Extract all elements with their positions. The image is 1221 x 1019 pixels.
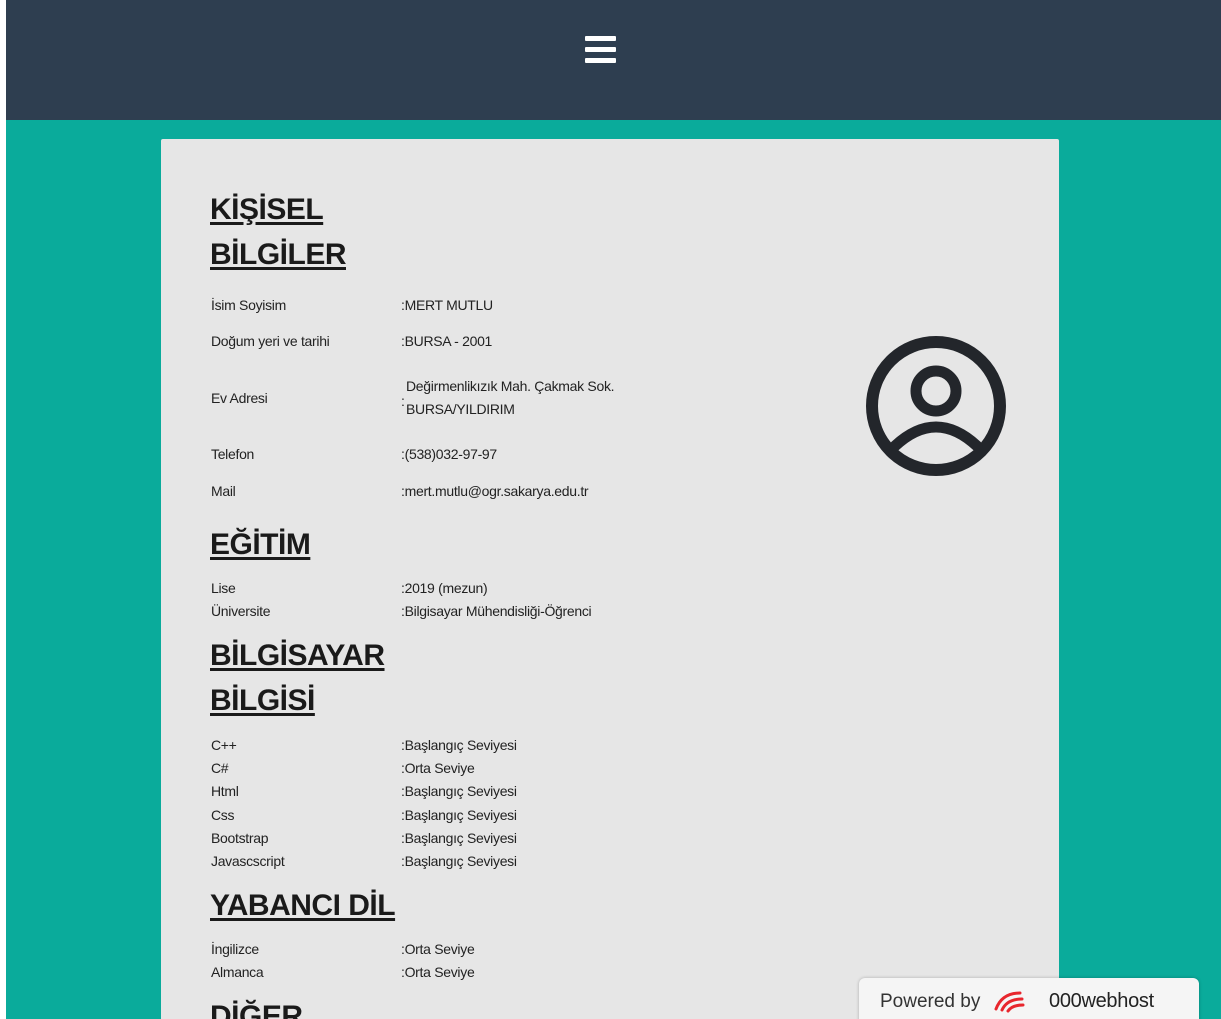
info-label: Telefon: [211, 446, 255, 462]
info-label: Lise: [211, 580, 236, 596]
computer-heading-line1: BİLGİSAYAR: [210, 639, 385, 672]
info-label: Bootstrap: [211, 830, 269, 846]
info-value: :2019 (mezun): [401, 580, 488, 596]
info-value: :Bilgisayar Mühendisliği-Öğrenci: [401, 603, 592, 619]
address-colon: :: [401, 393, 405, 409]
info-value: :Orta Seviye: [401, 760, 475, 776]
powered-by-badge[interactable]: Powered by 000webhost: [859, 978, 1199, 1019]
personal-heading-line2: BİLGİLER: [210, 238, 347, 271]
top-navbar: [6, 0, 1221, 120]
education-heading: EĞİTİM: [210, 528, 311, 561]
personal-heading-line1: KİŞİSEL: [210, 193, 324, 226]
info-value: :Başlangıç Seviyesi: [401, 737, 517, 753]
info-label: İngilizce: [211, 941, 259, 957]
info-label: Javascscript: [211, 853, 285, 869]
info-label: Doğum yeri ve tarihi: [211, 333, 330, 349]
info-label: Html: [211, 783, 239, 799]
info-value: :BURSA - 2001: [401, 333, 493, 349]
address-line2: BURSA/YILDIRIM: [406, 401, 515, 417]
language-heading: YABANCI DİL: [210, 889, 396, 922]
brand-name: 000webhost: [1049, 990, 1154, 1012]
info-label: Ev Adresi: [211, 390, 268, 406]
info-value: :mert.mutlu@ogr.sakarya.edu.tr: [401, 483, 589, 499]
info-label: İsim Soyisim: [211, 297, 286, 313]
powered-by-label: Powered by: [880, 991, 981, 1012]
info-label: C++: [211, 737, 237, 753]
info-label: Almanca: [211, 964, 264, 980]
info-label: Üniversite: [211, 603, 271, 619]
info-value: :MERT MUTLU: [401, 297, 493, 313]
info-value: :Orta Seviye: [401, 964, 475, 980]
cv-card: KİŞİSEL BİLGİLER İsim Soyisim :MERT MUTL…: [161, 139, 1059, 1019]
computer-heading-line2: BİLGİSİ: [210, 684, 315, 717]
user-circle-icon: [866, 336, 1006, 476]
info-value: :Başlangıç Seviyesi: [401, 830, 517, 846]
info-value: :Başlangıç Seviyesi: [401, 853, 517, 869]
hamburger-icon[interactable]: [585, 36, 616, 64]
000webhost-logo-icon: [994, 991, 1025, 1013]
address-line1: Değirmenlikızık Mah. Çakmak Sok.: [406, 378, 615, 394]
other-heading: DİĞER: [210, 1000, 303, 1019]
info-value: :Başlangıç Seviyesi: [401, 783, 517, 799]
info-value: :Başlangıç Seviyesi: [401, 807, 517, 823]
page-frame: KİŞİSEL BİLGİLER İsim Soyisim :MERT MUTL…: [6, 0, 1221, 1019]
info-label: Mail: [211, 483, 236, 499]
info-value: :Orta Seviye: [401, 941, 475, 957]
info-label: C#: [211, 760, 229, 776]
info-value: :(538)032-97-97: [401, 446, 497, 462]
info-label: Css: [211, 807, 235, 823]
